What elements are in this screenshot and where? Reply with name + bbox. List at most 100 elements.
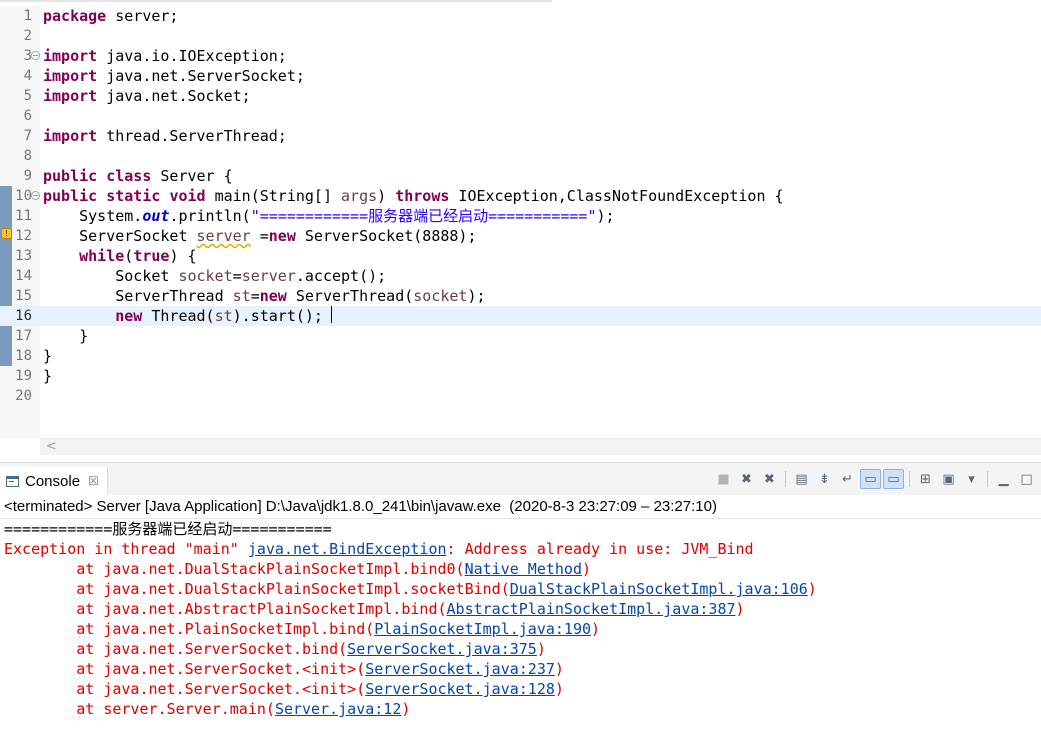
console-text: at java.net.DualStackPlainSocketImpl.soc…	[4, 580, 510, 598]
code-text[interactable]: package server;	[43, 6, 178, 26]
code-line[interactable]: 8	[0, 146, 1041, 166]
code-text[interactable]: import thread.ServerThread;	[43, 126, 287, 146]
remove-all-terminated-button[interactable]: ✖	[759, 469, 780, 489]
code-token: )	[377, 187, 396, 205]
code-line[interactable]: 12 ServerSocket server =new ServerSocket…	[0, 226, 1041, 246]
code-text[interactable]: import java.net.ServerSocket;	[43, 66, 305, 86]
show-on-stdout-button[interactable]: ▭	[860, 469, 881, 489]
code-text[interactable]: public class Server {	[43, 166, 233, 186]
code-editor[interactable]: 1 package server; 2 3− import java.io.IOExce…	[0, 0, 1041, 462]
code-line[interactable]: 15 ServerThread st=new ServerThread(sock…	[0, 286, 1041, 306]
fold-collapse-icon[interactable]: −	[31, 191, 40, 200]
console-text: )	[536, 640, 546, 658]
code-token: =	[250, 227, 269, 245]
close-icon[interactable]: ☒	[88, 474, 99, 488]
code-keyword: throws	[395, 187, 450, 205]
scroll-left-icon[interactable]: <	[46, 439, 57, 455]
code-string: "============服务器端已经启动==========="	[250, 207, 597, 225]
console-text: : Address already in use: JVM_Bind	[446, 540, 754, 558]
code-line[interactable]: 18}	[0, 346, 1041, 366]
code-line[interactable]: 4 import java.net.ServerSocket;	[0, 66, 1041, 86]
code-keyword: import	[43, 47, 98, 65]
code-text[interactable]: }	[43, 346, 52, 366]
code-keyword: import	[43, 87, 98, 105]
code-line[interactable]: 9 public class Server {	[0, 166, 1041, 186]
code-keyword: public	[43, 187, 98, 205]
code-line[interactable]: 6	[0, 106, 1041, 126]
scroll-lock-button[interactable]: ⇟	[814, 469, 835, 489]
stacktrace-link[interactable]: AbstractPlainSocketImpl.java:387	[447, 600, 736, 618]
pin-console-button[interactable]: ⊞	[915, 469, 936, 489]
code-line[interactable]: 17 }	[0, 326, 1041, 346]
code-line[interactable]: 16 new Thread(st).start();	[0, 306, 1041, 326]
console-launch-description: <terminated> Server [Java Application] D…	[4, 498, 717, 515]
code-text[interactable]: System.out.println("============服务器端已经启动…	[43, 206, 615, 226]
code-line[interactable]: 20	[0, 386, 1041, 406]
code-line[interactable]: 1 package server;	[0, 6, 1041, 26]
code-text[interactable]: }	[43, 366, 52, 386]
code-token: }	[43, 347, 53, 365]
console-text: at server.Server.main(	[4, 700, 275, 718]
code-line[interactable]: 19}	[0, 366, 1041, 386]
line-number: 8	[23, 148, 32, 164]
code-text[interactable]: ServerThread st=new ServerThread(socket)…	[43, 286, 485, 306]
terminate-button[interactable]: ■	[713, 469, 734, 489]
code-line[interactable]: 2	[0, 26, 1041, 46]
code-text[interactable]: Socket socket=server.accept();	[43, 266, 386, 286]
code-token: ServerThread(	[286, 287, 414, 305]
word-wrap-button[interactable]: ↵	[837, 469, 858, 489]
show-on-stderr-button[interactable]: ▭	[883, 469, 904, 489]
code-text[interactable]: ServerSocket server =new ServerSocket(88…	[43, 226, 477, 246]
stacktrace-link[interactable]: Server.java:12	[275, 700, 401, 718]
code-token: main(String[]	[205, 187, 342, 205]
code-token: ServerSocket(8888);	[295, 227, 477, 245]
line-number: 18	[15, 348, 32, 364]
tab-console[interactable]: Console ☒	[0, 467, 108, 495]
display-console-menu[interactable]: ▾	[961, 469, 982, 489]
code-text[interactable]: new Thread(st).start();	[43, 306, 332, 326]
code-text[interactable]: }	[43, 326, 88, 346]
code-variable: server	[196, 227, 251, 245]
code-line[interactable]: 14 Socket socket=server.accept();	[0, 266, 1041, 286]
code-line[interactable]: 10− public static void main(String[] args…	[0, 186, 1041, 206]
stacktrace-link[interactable]: java.net.BindException	[248, 540, 447, 558]
code-keyword: while	[79, 247, 125, 265]
stacktrace-link[interactable]: ServerSocket.java:128	[365, 680, 555, 698]
line-number: 16	[15, 308, 32, 324]
code-token: );	[596, 207, 615, 225]
code-line[interactable]: 3− import java.io.IOException;	[0, 46, 1041, 66]
code-token: .println(	[169, 207, 251, 225]
line-number: 7	[23, 128, 32, 144]
code-text[interactable]: import java.net.Socket;	[43, 86, 251, 106]
display-console-button[interactable]: ▣	[938, 469, 959, 489]
console-output-line: at java.net.DualStackPlainSocketImpl.soc…	[4, 579, 817, 599]
code-token: thread.ServerThread;	[97, 127, 287, 145]
code-text[interactable]: public static void main(String[] args) t…	[43, 186, 784, 206]
code-line[interactable]: 7 import thread.ServerThread;	[0, 126, 1041, 146]
console-text: )	[807, 580, 817, 598]
stacktrace-link[interactable]: PlainSocketImpl.java:190	[374, 620, 591, 638]
stacktrace-link[interactable]: Native Method	[465, 560, 582, 578]
console-view: Console ☒ ■ ✖ ✖ ▤ ⇟ ↵ ▭ ▭ ⊞ ▣ ▾ ▁ □ <terminated> Ser…	[0, 462, 1041, 742]
console-output-line: at java.net.ServerSocket.<init>(ServerSo…	[4, 659, 564, 679]
line-number: 5	[23, 88, 32, 104]
stacktrace-link[interactable]: ServerSocket.java:375	[347, 640, 537, 658]
remove-launch-button[interactable]: ✖	[736, 469, 757, 489]
minimize-button[interactable]: ▁	[993, 469, 1014, 489]
code-line[interactable]: 13 while(true) {	[0, 246, 1041, 266]
console-icon	[6, 475, 19, 487]
clear-console-button[interactable]: ▤	[791, 469, 812, 489]
warning-icon[interactable]: !	[1, 228, 12, 239]
code-text[interactable]: while(true) {	[43, 246, 196, 266]
code-line[interactable]: 11 System.out.println("============服务器端已…	[0, 206, 1041, 226]
stacktrace-link[interactable]: DualStackPlainSocketImpl.java:106	[510, 580, 808, 598]
fold-collapse-icon[interactable]: −	[31, 51, 40, 60]
line-number: 6	[23, 108, 32, 124]
horizontal-scrollbar[interactable]: <	[40, 438, 1041, 455]
code-text[interactable]: import java.io.IOException;	[43, 46, 287, 66]
maximize-button[interactable]: □	[1016, 469, 1037, 489]
code-line[interactable]: 5 import java.net.Socket;	[0, 86, 1041, 106]
stacktrace-link[interactable]: ServerSocket.java:237	[365, 660, 555, 678]
